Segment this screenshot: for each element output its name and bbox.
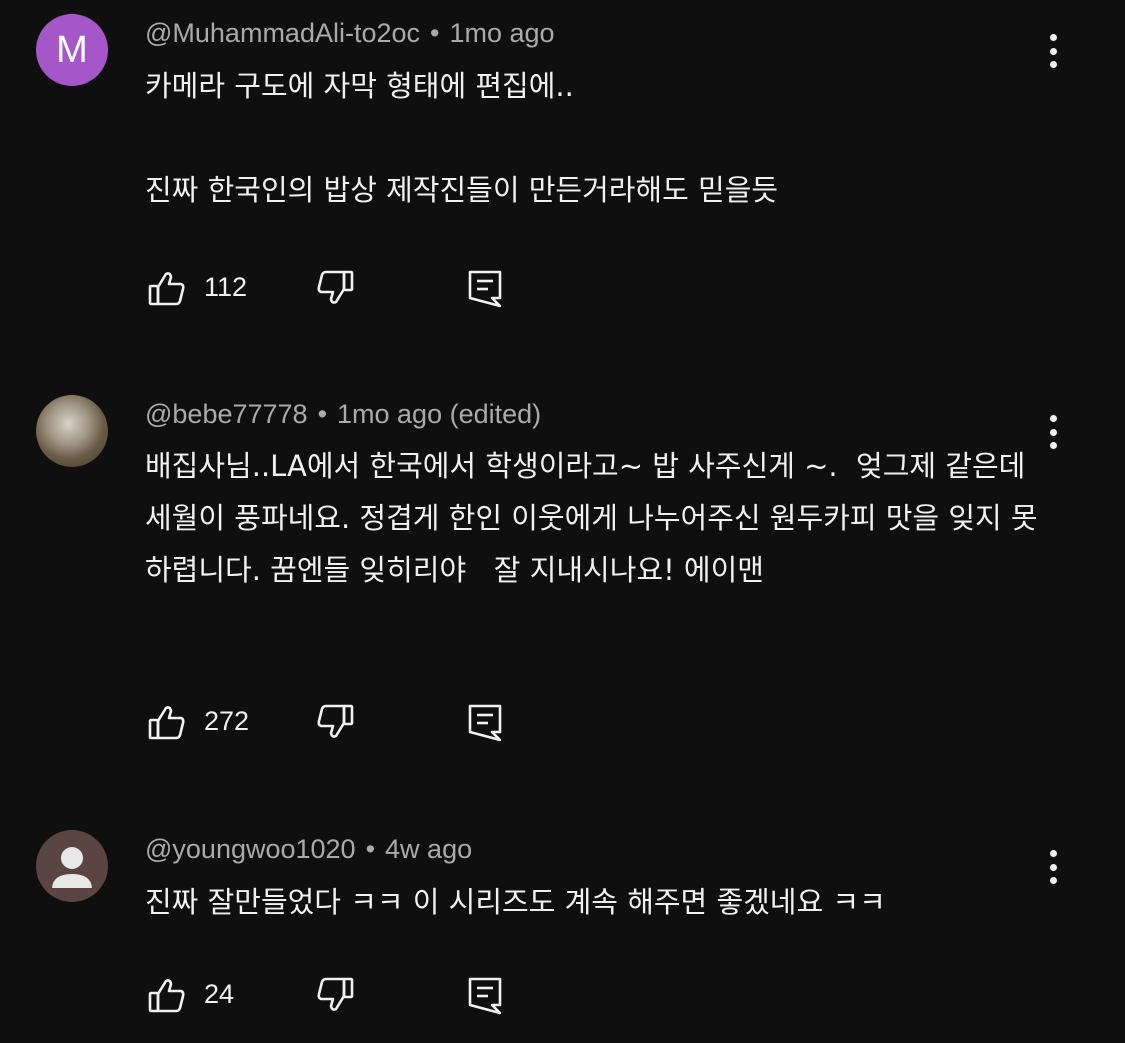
dislike-button[interactable] bbox=[316, 702, 356, 742]
comment-header: @youngwoo1020 • 4w ago bbox=[145, 834, 472, 865]
thumb-up-icon bbox=[148, 272, 185, 306]
thumb-up-icon bbox=[148, 979, 185, 1013]
dislike-button[interactable] bbox=[316, 975, 356, 1015]
avatar[interactable] bbox=[36, 830, 108, 902]
comment-actions: 24 bbox=[148, 975, 548, 1015]
reply-icon bbox=[468, 704, 502, 742]
comment-time[interactable]: 4w ago bbox=[385, 834, 472, 864]
comment-time[interactable]: 1mo ago (edited) bbox=[337, 399, 541, 429]
avatar[interactable]: M bbox=[36, 14, 108, 86]
thumb-down-icon bbox=[317, 270, 354, 304]
comment-author[interactable]: @MuhammadAli-to2oc bbox=[145, 18, 420, 48]
reply-button[interactable] bbox=[468, 975, 508, 1015]
comment-header: @bebe77778 • 1mo ago (edited) bbox=[145, 399, 541, 430]
reply-icon bbox=[468, 977, 502, 1015]
reply-icon bbox=[468, 270, 502, 308]
comment-author[interactable]: @youngwoo1020 bbox=[145, 834, 356, 864]
avatar[interactable] bbox=[36, 395, 108, 467]
like-count: 112 bbox=[204, 272, 248, 302]
reply-button[interactable] bbox=[468, 268, 508, 308]
thumb-down-icon bbox=[317, 704, 354, 738]
separator-dot: • bbox=[317, 399, 328, 429]
comment-time[interactable]: 1mo ago bbox=[449, 18, 554, 48]
dislike-button[interactable] bbox=[316, 268, 356, 308]
like-button[interactable]: 272 bbox=[148, 702, 268, 742]
comment-actions: 112 bbox=[148, 268, 548, 308]
comment-text: 배집사님..LA에서 한국에서 학생이라고~ 밥 사주신게 ~. 엊그제 같은데… bbox=[145, 449, 1038, 587]
like-button[interactable]: 24 bbox=[148, 975, 268, 1015]
comment-text: 카메라 구도에 자막 형태에 편집에.. 진짜 한국인의 밥상 제작진들이 만든… bbox=[145, 69, 779, 207]
person-icon bbox=[52, 847, 92, 888]
comment-actions: 272 bbox=[148, 702, 548, 742]
separator-dot: • bbox=[365, 834, 376, 864]
comment-author[interactable]: @bebe77778 bbox=[145, 399, 308, 429]
like-button[interactable]: 112 bbox=[148, 268, 268, 308]
reply-button[interactable] bbox=[468, 702, 508, 742]
separator-dot: • bbox=[430, 18, 440, 48]
like-count: 272 bbox=[204, 706, 250, 736]
thumb-up-icon bbox=[148, 706, 185, 740]
like-count: 24 bbox=[204, 979, 235, 1009]
comment-text: 진짜 잘만들었다 ㅋㅋ 이 시리즈도 계속 해주면 좋겠네요 ㅋㅋ bbox=[145, 885, 886, 919]
comment-header: @MuhammadAli-to2oc • 1mo ago bbox=[145, 18, 555, 49]
thumb-down-icon bbox=[317, 977, 354, 1011]
